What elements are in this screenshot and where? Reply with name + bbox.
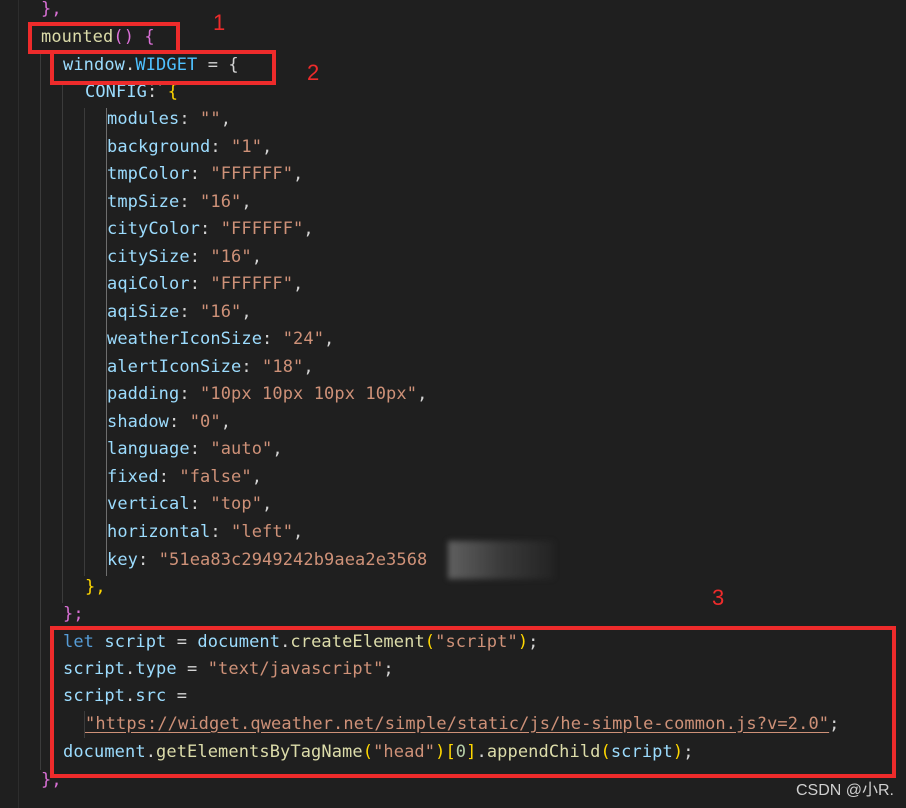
config-value: "top" [210,494,263,514]
config-entry-vertical[interactable]: vertical: "top", [107,491,272,518]
config-key: alertIconSize [107,357,242,377]
config-key: cityColor [107,219,201,239]
config-value: "10px 10px 10px 10px" [200,384,418,404]
gutter-divider [18,0,19,808]
config-entry-tmpColor[interactable]: tmpColor: "FFFFFF", [107,161,303,188]
config-value: "16" [200,192,242,212]
indent-guide [40,54,41,770]
config-value: "left" [231,522,294,542]
config-entry-shadow[interactable]: shadow: "0", [107,409,231,436]
config-entry-aqiSize[interactable]: aqiSize: "16", [107,299,252,326]
annotation-box-3 [50,626,896,778]
code-line-api-key[interactable]: key: "51ea83c2949242b9aea2e3568 [107,547,427,574]
indent-guide [84,108,85,576]
config-value: "FFFFFF" [210,164,294,184]
config-value: "FFFFFF" [220,219,304,239]
annotation-label-1: 1 [213,10,226,35]
config-key: aqiColor [107,274,190,294]
config-key: fixed [107,467,159,487]
annotation-label-3: 3 [712,585,725,610]
config-entry-background[interactable]: background: "1", [107,134,272,161]
config-value: "24" [282,329,325,349]
config-key: modules [107,109,180,129]
config-value: "0" [189,412,221,432]
code-line-widget-close[interactable]: }; [63,601,84,628]
config-key: tmpColor [107,164,190,184]
config-entry-horizontal[interactable]: horizontal: "left", [107,519,303,546]
code-line-config-close[interactable]: }, [85,574,106,601]
config-key: vertical [107,494,190,514]
config-entry-language[interactable]: language: "auto", [107,436,283,463]
config-value: "auto" [210,439,273,459]
config-key: weatherIconSize [107,329,263,349]
config-value: "false" [179,467,252,487]
config-entry-aqiColor[interactable]: aqiColor: "FFFFFF", [107,271,303,298]
config-value: "16" [200,302,242,322]
config-value: "FFFFFF" [210,274,294,294]
watermark: CSDN @小R. [795,782,894,799]
config-key: padding [107,384,180,404]
indent-guide [62,81,63,603]
config-entry-cityColor[interactable]: cityColor: "FFFFFF", [107,216,314,243]
annotation-label-2: 2 [307,60,320,85]
config-key: tmpSize [107,192,180,212]
config-value: "" [200,109,221,129]
redacted-key-blur [448,541,554,579]
config-key: horizontal [107,522,211,542]
config-value: "16" [210,247,252,267]
config-key: citySize [107,247,190,267]
code-editor[interactable]: }, mounted() { window.WIDGET = { ··· CON… [0,0,906,808]
config-value: "1" [231,137,263,157]
config-entry-alertIconSize[interactable]: alertIconSize: "18", [107,354,314,381]
config-entry-citySize[interactable]: citySize: "16", [107,244,262,271]
code-line-close-prev[interactable]: }, [41,0,62,23]
config-value: "18" [262,357,304,377]
annotation-box-2 [50,50,276,85]
config-key: background [107,137,211,157]
config-entry-tmpSize[interactable]: tmpSize: "16", [107,189,252,216]
config-entry-fixed[interactable]: fixed: "false", [107,464,262,491]
config-entry-modules[interactable]: modules: "", [107,106,231,133]
config-entry-padding[interactable]: padding: "10px 10px 10px 10px", [107,381,427,408]
config-key: language [107,439,190,459]
config-key: aqiSize [107,302,180,322]
config-entry-weatherIconSize[interactable]: weatherIconSize: "24", [107,326,334,353]
config-key: shadow [107,412,170,432]
